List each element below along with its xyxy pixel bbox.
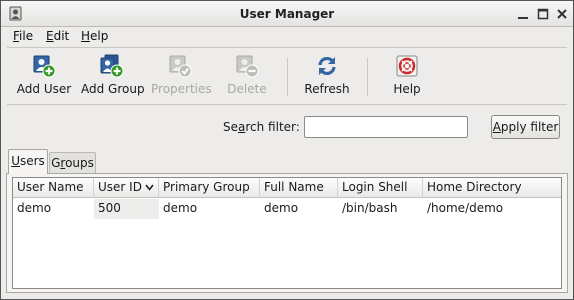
- column-header-login-shell[interactable]: Login Shell: [338, 178, 423, 198]
- tab-groups-label-start: G: [51, 156, 61, 170]
- refresh-icon: [318, 56, 336, 76]
- minimize-icon[interactable]: [515, 6, 531, 22]
- cell-primary-group: demo: [163, 201, 198, 215]
- toolbar-separator: [367, 58, 368, 96]
- apply-filter-mnemonic: A: [492, 120, 501, 134]
- column-header-user-name[interactable]: User Name: [13, 178, 94, 198]
- close-icon[interactable]: [554, 6, 570, 22]
- users-table[interactable]: User Name User ID Primary Group Full Nam…: [12, 177, 562, 289]
- table-row[interactable]: demo 500 demo demo /bin/bash /home/demo: [13, 199, 561, 219]
- search-filter-input[interactable]: [304, 116, 468, 138]
- column-header-full-name[interactable]: Full Name: [260, 178, 338, 198]
- maximize-icon[interactable]: [535, 6, 551, 22]
- refresh-button[interactable]: Refresh: [304, 54, 350, 100]
- tab-users-mnemonic: U: [11, 154, 20, 168]
- add-user-label: Add User: [16, 82, 72, 96]
- menu-edit-mnemonic: E: [46, 29, 54, 43]
- cell-user-name: demo: [17, 201, 52, 215]
- menu-help[interactable]: Help: [81, 29, 108, 43]
- add-user-button[interactable]: Add User: [15, 54, 73, 100]
- column-header-user-id[interactable]: User ID: [94, 178, 159, 198]
- menu-file[interactable]: File: [13, 29, 33, 43]
- add-group-icon: [100, 54, 124, 78]
- menu-help-mnemonic: H: [81, 29, 91, 43]
- help-button[interactable]: Help: [391, 54, 423, 100]
- tab-users[interactable]: Users: [8, 149, 48, 174]
- add-group-button[interactable]: Add Group: [81, 54, 145, 100]
- window-title: User Manager: [239, 7, 335, 21]
- tab-groups[interactable]: Groups: [49, 152, 96, 174]
- add-user-icon: [33, 55, 56, 78]
- search-label-start: Se: [223, 120, 238, 134]
- delete-button[interactable]: Delete: [223, 54, 271, 100]
- delete-label: Delete: [227, 82, 267, 96]
- search-filter-label: Search filter:: [223, 120, 300, 134]
- cell-login-shell: /bin/bash: [342, 201, 398, 215]
- table-header: User Name User ID Primary Group Full Nam…: [13, 178, 561, 198]
- search-label-end: rch filter:: [245, 120, 300, 134]
- apply-filter-button[interactable]: Apply filter: [491, 115, 560, 139]
- toolbar-separator: [287, 58, 288, 96]
- properties-label: Properties: [151, 82, 212, 96]
- menu-bar: File Edit Help: [1, 27, 573, 47]
- menu-file-label: ile: [19, 29, 34, 43]
- sort-descending-icon: [145, 184, 154, 191]
- menu-help-label: elp: [90, 29, 109, 43]
- toolbar: Add User Add Group Properties Delete Ref…: [1, 48, 573, 103]
- menu-edit[interactable]: Edit: [46, 29, 69, 43]
- properties-icon: [169, 55, 192, 78]
- tab-users-label: sers: [19, 154, 45, 168]
- help-icon: [396, 55, 418, 77]
- toolbar-divider: [7, 104, 567, 105]
- add-group-label: Add Group: [81, 82, 145, 96]
- user-manager-window: User Manager File Edit Help Add User Add…: [0, 0, 574, 300]
- cell-home-directory: /home/demo: [427, 201, 504, 215]
- apply-filter-label: pply filter: [500, 120, 559, 134]
- title-bar[interactable]: User Manager: [1, 1, 573, 27]
- menu-edit-label: dit: [53, 29, 70, 43]
- refresh-label: Refresh: [304, 82, 350, 96]
- cell-full-name: demo: [264, 201, 299, 215]
- column-header-user-id-label: User ID: [98, 180, 142, 194]
- delete-icon: [236, 55, 259, 78]
- column-header-home-directory[interactable]: Home Directory: [423, 178, 561, 198]
- properties-button[interactable]: Properties: [151, 54, 212, 100]
- tab-groups-label-end: oups: [65, 156, 94, 170]
- column-header-primary-group[interactable]: Primary Group: [159, 178, 260, 198]
- help-label: Help: [393, 82, 421, 96]
- cell-user-id: 500: [94, 199, 159, 219]
